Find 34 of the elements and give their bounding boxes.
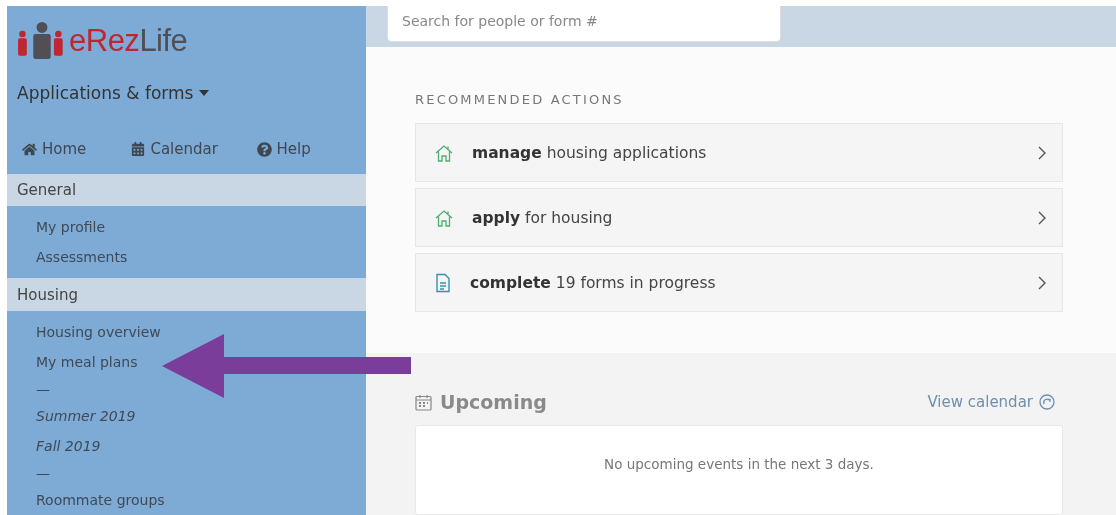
caret-icon [199, 90, 210, 97]
help-icon [256, 141, 272, 157]
nav-link[interactable]: Calendar [131, 140, 257, 159]
sidebar-item[interactable]: Housing overview [36, 317, 161, 347]
sidebar-item[interactable]: Fall 2019 [36, 431, 101, 461]
section-header: Housing [7, 278, 366, 311]
search-field[interactable]: Search for people or form # [387, 6, 781, 42]
sidebar-item[interactable]: My profile [36, 212, 106, 243]
section-title: RECOMMENDED ACTIONS [415, 92, 625, 108]
document-icon [434, 272, 452, 293]
empty-message: No upcoming events in the next 3 days. [604, 456, 874, 474]
nav-link[interactable]: Home [22, 140, 132, 159]
calendar-icon [131, 142, 146, 157]
upcoming-title: Upcoming [440, 391, 547, 413]
view-calendar-link[interactable]: View calendar [927, 393, 1055, 411]
arrow-circle-icon [1039, 394, 1055, 410]
dash-text: — [36, 380, 50, 399]
section-header: General [7, 173, 366, 207]
chevron-right-icon [1038, 145, 1046, 160]
sidebar-item[interactable]: My meal plans [36, 347, 138, 377]
sidebar-item[interactable]: Roommate groups [36, 485, 165, 515]
action-row[interactable]: complete 19 forms in progress [415, 253, 1063, 313]
chevron-right-icon [1038, 210, 1046, 225]
applications-dropdown[interactable]: Applications & forms [17, 83, 210, 104]
dash-text: — [36, 464, 50, 483]
calendar-icon [415, 393, 432, 411]
chevron-right-icon [1038, 275, 1046, 290]
logo-text: eRezLife [69, 22, 188, 59]
home-icon [22, 141, 37, 157]
sidebar-item[interactable]: Summer 2019 [36, 401, 136, 431]
action-row[interactable]: apply for housing [415, 188, 1063, 248]
sidebar-item[interactable]: Assessments [36, 242, 128, 273]
action-row[interactable]: manage housing applications [415, 123, 1063, 183]
nav-link[interactable]: Help [256, 140, 366, 159]
